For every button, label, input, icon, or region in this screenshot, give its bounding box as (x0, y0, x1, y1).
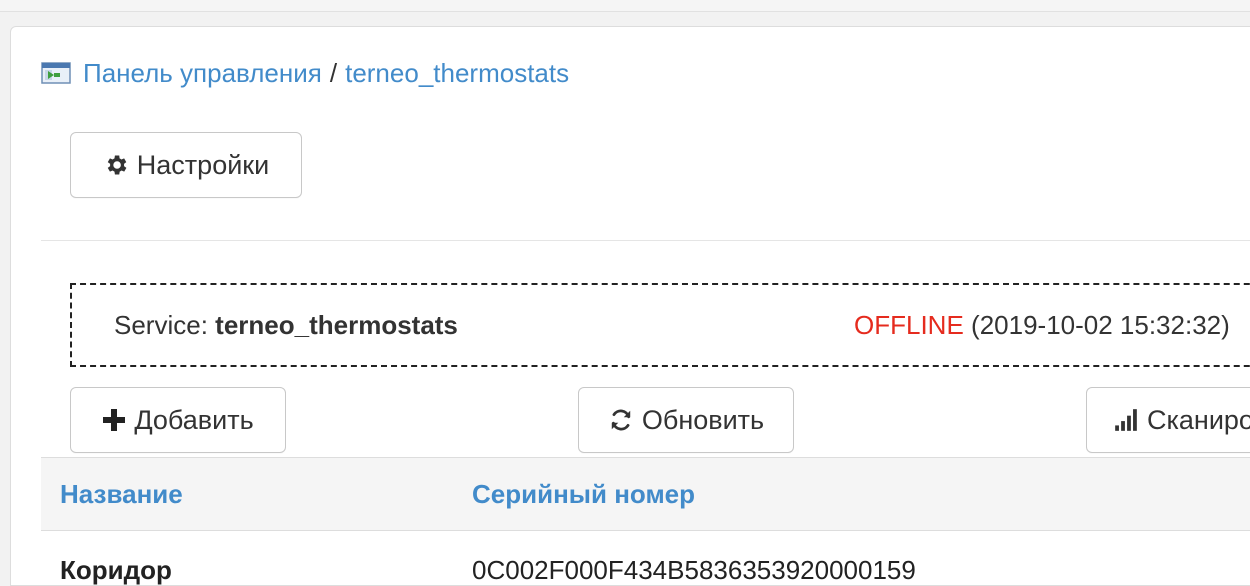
add-button[interactable]: Добавить (70, 387, 286, 453)
status-timestamp: (2019-10-02 15:32:32) (971, 310, 1230, 340)
refresh-button-label: Обновить (641, 404, 765, 435)
table-row[interactable]: Коридор 0C002F000F434B583635392000015​9 (41, 531, 1250, 585)
service-name: terneo_thermostats (215, 310, 458, 340)
signal-bars-icon (1115, 409, 1137, 431)
service-status-line: OFFLINE (2019-10-02 15:32:32) (854, 310, 1230, 341)
scan-button-label: Сканировать (1147, 404, 1250, 435)
column-header-serial[interactable]: Серийный номер (472, 479, 695, 510)
control-panel-icon (41, 61, 71, 85)
add-button-label: Добавить (134, 404, 254, 435)
row-serial-cell: 0C002F000F434B583635392000015​9 (472, 555, 916, 585)
breadcrumb-separator: / (329, 57, 338, 88)
refresh-icon (611, 409, 631, 431)
column-header-name[interactable]: Название (60, 479, 183, 510)
gear-icon (107, 155, 127, 175)
plus-icon (103, 409, 126, 431)
breadcrumb-home-link[interactable]: Панель управления (83, 58, 322, 89)
status-badge: OFFLINE (854, 310, 964, 340)
scan-button[interactable]: Сканировать (1086, 387, 1250, 453)
module-panel: Панель управления / terneo_thermostats Н… (10, 26, 1250, 586)
divider (41, 240, 1250, 241)
breadcrumb-current-link[interactable]: terneo_thermostats (345, 58, 569, 89)
refresh-button[interactable]: Обновить (578, 387, 794, 453)
row-name-cell[interactable]: Коридор (60, 555, 172, 585)
settings-button[interactable]: Настройки (70, 132, 302, 198)
settings-button-label: Настройки (136, 149, 270, 180)
top-bar (0, 0, 1250, 12)
service-prefix: Service: (114, 310, 208, 340)
table-header: Название Серийный номер (41, 457, 1250, 531)
breadcrumb: Панель управления / terneo_thermostats (41, 57, 569, 89)
service-status-box: Service: terneo_thermostats OFFLINE (201… (70, 283, 1250, 367)
service-name-line: Service: terneo_thermostats (114, 310, 458, 341)
